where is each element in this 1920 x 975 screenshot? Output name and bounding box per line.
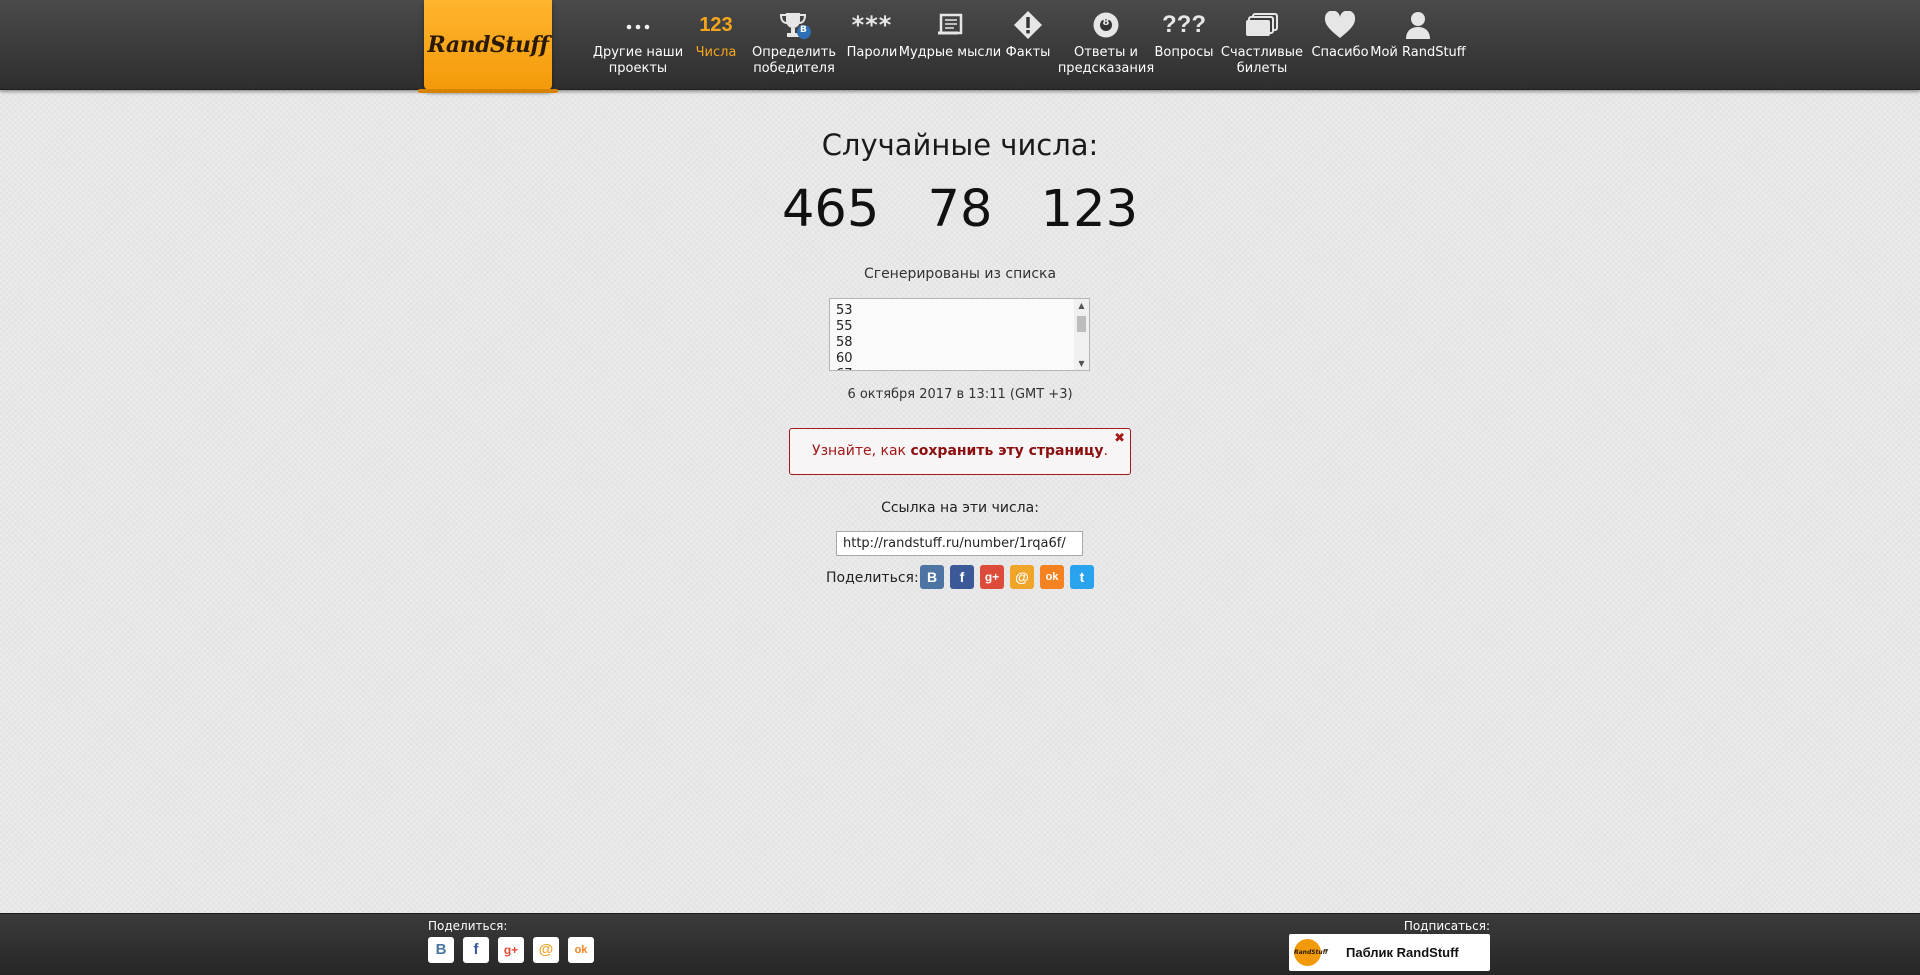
public-button-label: Паблик RandStuff	[1346, 945, 1459, 960]
list-item: 60	[836, 351, 853, 366]
numbers-link-input[interactable]	[836, 531, 1083, 556]
random-number: 465	[781, 180, 880, 239]
source-label: Сгенерированы из списка	[863, 266, 1057, 282]
footer-vk-icon[interactable]: В	[428, 937, 454, 963]
random-number: 123	[1040, 180, 1139, 239]
footer-facebook-icon[interactable]: f	[463, 937, 489, 963]
link-label: Ссылка на эти числа:	[881, 500, 1039, 516]
heart-icon	[1295, 10, 1385, 40]
list-scrollbar[interactable]: ▲ ▼	[1074, 299, 1089, 370]
mail-share-icon[interactable]: @	[1010, 565, 1034, 589]
randstuff-logo[interactable]: RandStuff	[418, 0, 558, 93]
facebook-share-icon[interactable]: f	[950, 565, 974, 589]
footer-mail-icon[interactable]: @	[533, 937, 559, 963]
logo-stripe	[418, 89, 558, 93]
alert-message: Узнайте, как сохранить эту страницу.	[790, 443, 1130, 459]
source-list-lines: 53 55 58 60 67	[836, 303, 853, 370]
public-randstuff-button[interactable]: RandStuff Паблик RandStuff	[1289, 934, 1490, 971]
footer: Поделиться: В f g+ @ ok Подписаться: Ran…	[0, 913, 1920, 975]
list-item: 53	[836, 303, 853, 318]
alert-suffix: .	[1103, 443, 1108, 459]
scroll-up-arrow-icon[interactable]: ▲	[1074, 301, 1089, 310]
alert-prefix: Узнайте, как	[812, 443, 911, 459]
logo-text: RandStuff	[427, 32, 549, 58]
trophy-badge: В	[800, 25, 807, 35]
close-icon[interactable]: ✖	[1114, 431, 1125, 446]
save-page-link[interactable]: сохранить эту страницу	[910, 443, 1103, 459]
save-page-alert: Узнайте, как сохранить эту страницу. ✖	[789, 428, 1131, 475]
list-item: 67	[836, 367, 853, 370]
magic-ball-icon: 8	[1061, 10, 1151, 40]
footer-subscribe-label: Подписаться:	[1403, 919, 1490, 933]
footer-share-label: Поделиться:	[428, 919, 508, 933]
footer-odnoklassniki-icon[interactable]: ok	[568, 937, 594, 963]
numbers-icon: 123	[671, 10, 761, 40]
list-item: 58	[836, 335, 853, 350]
source-list-textarea[interactable]: 53 55 58 60 67 ▲ ▼	[829, 298, 1090, 371]
scroll-icon	[905, 10, 995, 40]
numbers-icon-text: 123	[699, 13, 733, 36]
scroll-thumb[interactable]	[1077, 316, 1086, 332]
magic-ball-number: 8	[1102, 17, 1110, 28]
questions-icon: ???	[1139, 10, 1229, 40]
password-icon-text: ***	[851, 11, 893, 39]
tickets-icon	[1217, 10, 1307, 40]
trophy-icon: В	[749, 10, 839, 40]
randstuff-avatar: RandStuff	[1294, 939, 1328, 966]
list-item: 55	[836, 319, 853, 334]
scroll-down-arrow-icon[interactable]: ▼	[1074, 359, 1089, 368]
page-title: Случайные числа:	[821, 128, 1099, 162]
generation-date: 6 октября 2017 в 13:11 (GMT +3)	[847, 387, 1073, 402]
top-navigation-bar: RandStuff Другие наши проекты 123 Числа	[0, 0, 1920, 93]
nav-item-my-randstuff[interactable]: Мой RandStuff	[1370, 0, 1466, 89]
random-numbers: 465 78 123	[0, 180, 1920, 239]
vk-share-icon[interactable]: В	[920, 565, 944, 589]
random-number: 78	[927, 180, 993, 239]
twitter-share-icon[interactable]: t	[1070, 565, 1094, 589]
questions-icon-text: ???	[1162, 11, 1206, 38]
nav-label: Мой RandStuff	[1370, 45, 1466, 60]
google-plus-share-icon[interactable]: g+	[980, 565, 1004, 589]
fact-icon	[983, 10, 1073, 40]
password-icon: ***	[827, 10, 917, 40]
user-icon	[1373, 10, 1463, 40]
odnoklassniki-share-icon[interactable]: ok	[1040, 565, 1064, 589]
footer-google-plus-icon[interactable]: g+	[498, 937, 524, 963]
share-label: Поделиться:	[826, 570, 919, 586]
more-dots-icon	[593, 10, 683, 40]
